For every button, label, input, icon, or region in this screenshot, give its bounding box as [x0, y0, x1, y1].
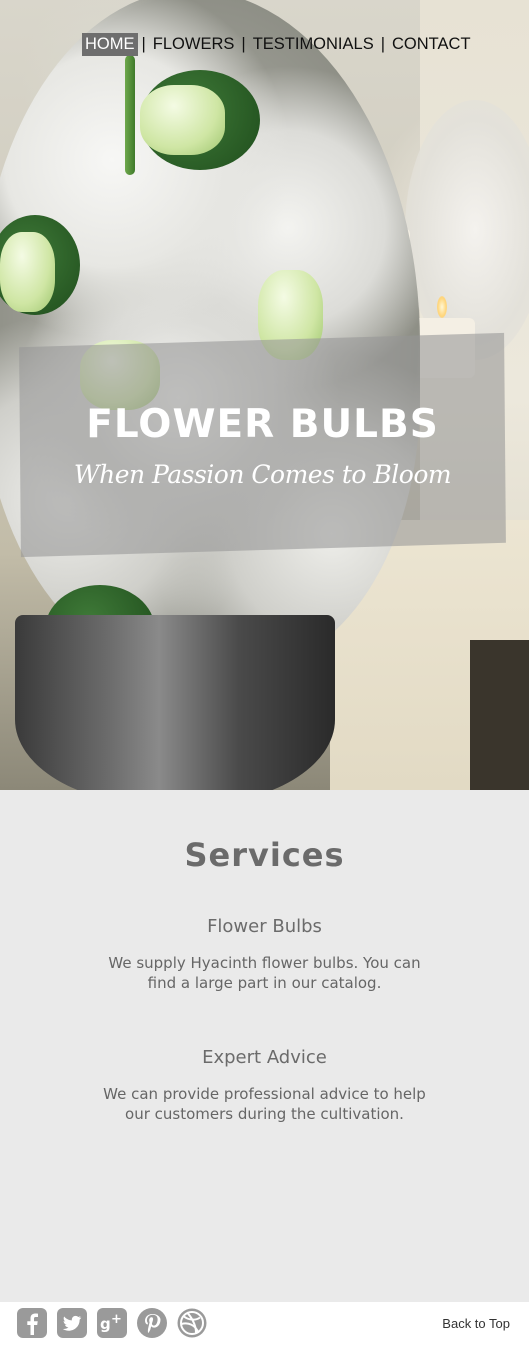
twitter-icon[interactable] — [56, 1307, 88, 1339]
service-title: Flower Bulbs — [207, 916, 322, 937]
nav-home[interactable]: HOME — [82, 32, 138, 56]
svg-text:g: g — [100, 1315, 111, 1333]
service-description: We supply Hyacinth flower bulbs. You can… — [108, 954, 421, 992]
services-section: Services Flower Bulbs We supply Hyacinth… — [0, 790, 529, 1302]
pinterest-icon[interactable] — [136, 1307, 168, 1339]
main-nav: HOME | FLOWERS | TESTIMONIALS | CONTACT — [82, 31, 474, 57]
nav-contact[interactable]: CONTACT — [389, 33, 474, 56]
hero-banner: FLOWER BULBS When Passion Comes to Bloom — [19, 332, 506, 558]
google-plus-icon[interactable]: g + — [96, 1307, 128, 1339]
social-links: g + — [16, 1307, 208, 1339]
candle-flame — [437, 296, 447, 318]
facebook-icon[interactable] — [16, 1307, 48, 1339]
footer: g + Back to Top — [0, 1302, 529, 1349]
hyacinth-bloom — [0, 232, 55, 312]
background-doorway — [470, 640, 529, 790]
hero-title: FLOWER BULBS — [86, 402, 439, 447]
services-title: Services — [184, 836, 345, 874]
service-item: Flower Bulbs We supply Hyacinth flower b… — [0, 916, 529, 993]
nav-separator: | — [141, 34, 146, 53]
service-item: Expert Advice We can provide professiona… — [0, 1047, 529, 1124]
dribbble-icon[interactable] — [176, 1307, 208, 1339]
nav-separator: | — [380, 34, 386, 53]
service-description: We can provide professional advice to he… — [103, 1085, 426, 1123]
svg-text:+: + — [111, 1312, 122, 1327]
service-title: Expert Advice — [202, 1047, 327, 1068]
back-to-top-link[interactable]: Back to Top — [442, 1316, 510, 1331]
hyacinth-bloom — [140, 85, 225, 155]
nav-testimonials[interactable]: TESTIMONIALS — [250, 33, 377, 56]
vase — [15, 615, 335, 790]
stem — [125, 55, 135, 175]
nav-flowers[interactable]: FLOWERS — [150, 33, 238, 56]
nav-separator: | — [241, 34, 246, 53]
hero-subtitle: When Passion Comes to Bloom — [73, 460, 452, 489]
